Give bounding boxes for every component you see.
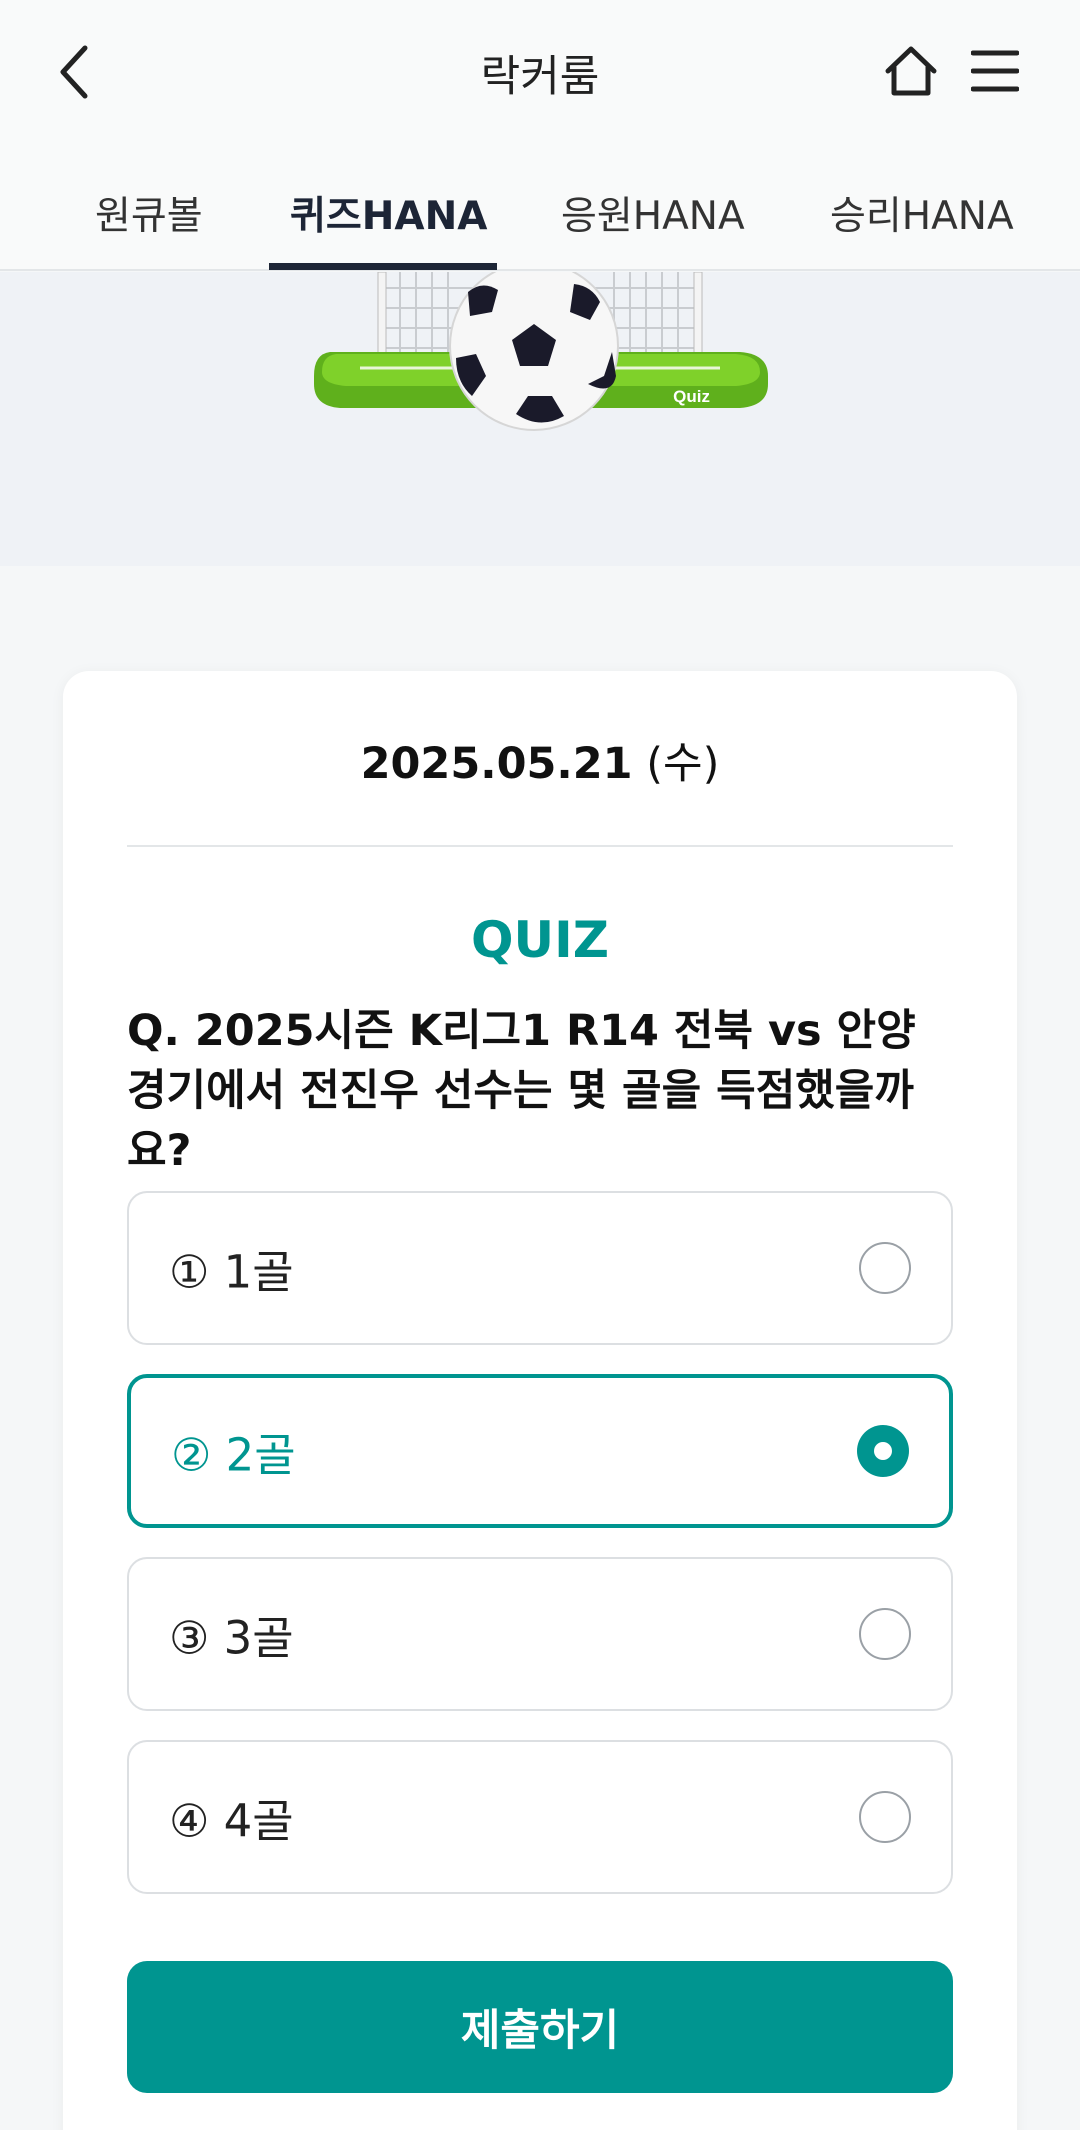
tab-bar: 원큐볼 퀴즈HANA 응원HANA 승리HANA [0,145,1080,271]
quiz-weekday: (수) [646,739,720,789]
menu-button[interactable] [966,42,1024,100]
active-tab-indicator [269,263,497,270]
quiz-date-line: 2025.05.21 (수) [63,729,1017,791]
answer-option-2[interactable]: ② 2골 [127,1374,953,1528]
tab-quiz-hana[interactable]: 퀴즈HANA [290,185,487,241]
radio-button[interactable] [859,1608,911,1660]
answer-option-label: ② 2골 [171,1428,296,1482]
divider [127,845,953,847]
quiz-banner: Quiz [0,272,1080,566]
answer-option-3[interactable]: ③ 3골 [127,1557,953,1711]
submit-button[interactable]: 제출하기 [127,1961,953,2093]
radio-button[interactable] [859,1242,911,1294]
answer-option-label: ③ 3골 [169,1611,294,1665]
hamburger-menu-icon [971,50,1019,92]
soccer-goal-illustration: Quiz [314,272,768,431]
soccer-ball-icon [449,272,619,431]
radio-button[interactable] [859,1791,911,1843]
tab-cheer-hana[interactable]: 응원HANA [561,185,745,241]
answer-option-1[interactable]: ① 1골 [127,1191,953,1345]
tab-onecue-ball[interactable]: 원큐볼 [95,185,203,241]
home-icon [885,46,937,96]
goal-quiz-text: Quiz [673,387,710,406]
quiz-card: 2025.05.21 (수) QUIZ Q. 2025시즌 K리그1 R14 전… [63,671,1017,2130]
answer-option-4[interactable]: ④ 4골 [127,1740,953,1894]
radio-button-selected[interactable] [857,1425,909,1477]
answer-option-label: ① 1골 [169,1245,294,1299]
tab-victory-hana[interactable]: 승리HANA [830,185,1014,241]
quiz-heading: QUIZ [471,911,609,969]
home-button[interactable] [880,40,942,102]
answer-option-label: ④ 4골 [169,1794,294,1848]
quiz-question: Q. 2025시즌 K리그1 R14 전북 vs 안양 경기에서 전진우 선수는… [127,1006,916,1176]
header: 락커룸 [0,0,1080,145]
quiz-date: 2025.05.21 [360,739,633,789]
